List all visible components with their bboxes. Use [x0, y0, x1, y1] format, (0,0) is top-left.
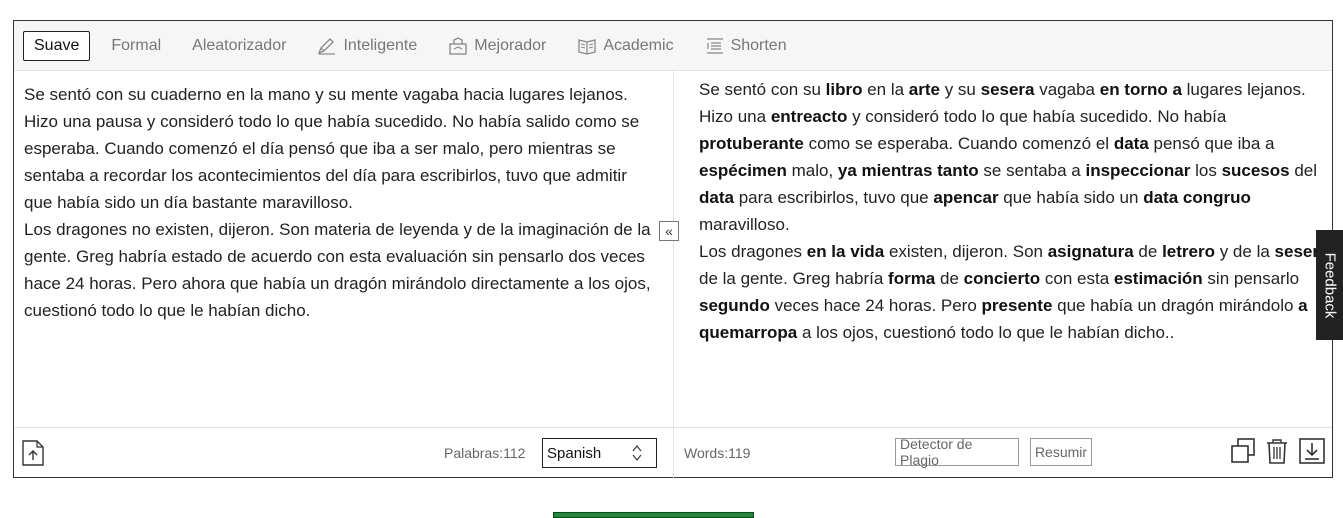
language-value: Spanish	[547, 444, 602, 462]
changed-word[interactable]: concierto	[964, 269, 1041, 288]
changed-word[interactable]: segundo	[699, 296, 770, 315]
changed-word[interactable]: data congruo	[1143, 188, 1251, 207]
changed-word[interactable]: protuberante	[699, 134, 804, 153]
output-word-count: Words:119	[684, 445, 751, 461]
pen-icon	[317, 37, 337, 55]
changed-word[interactable]: forma	[888, 269, 935, 288]
button-label: Detector de Plagio	[900, 436, 973, 468]
mode-academic[interactable]: Academic	[567, 31, 683, 61]
enhance-icon	[448, 36, 468, 55]
input-text[interactable]: Se sentó con su cuaderno en la mano y su…	[24, 81, 654, 324]
upload-icon[interactable]	[22, 440, 44, 471]
changed-word[interactable]: arte	[909, 80, 940, 99]
mode-label: Academic	[603, 36, 674, 54]
output-footer: Words:119 Detector de Plagio Resumir	[674, 427, 1332, 479]
download-icon[interactable]	[1299, 438, 1325, 469]
changed-word[interactable]: sucesos	[1222, 161, 1290, 180]
feedback-label: Feedback	[1321, 252, 1338, 318]
mode-label: Shorten	[730, 36, 787, 54]
language-select[interactable]: Spanish	[542, 438, 657, 468]
mode-bar: Suave Formal Aleatorizador Inteligente M…	[14, 21, 1332, 71]
paraphraser-tool: Suave Formal Aleatorizador Inteligente M…	[13, 20, 1333, 479]
changed-word[interactable]: data	[699, 188, 734, 207]
mode-formal[interactable]: Formal	[101, 31, 171, 61]
double-chevron-left-icon: «	[665, 223, 673, 239]
changed-word[interactable]: estimación	[1114, 269, 1203, 288]
changed-word[interactable]: ya mientras tanto	[838, 161, 979, 180]
mode-aleatorizador[interactable]: Aleatorizador	[182, 31, 296, 61]
changed-word[interactable]: entreacto	[771, 107, 848, 126]
mode-inteligente[interactable]: Inteligente	[307, 31, 427, 61]
book-icon	[577, 37, 597, 55]
mode-suave[interactable]: Suave	[23, 30, 91, 61]
changed-word[interactable]: letrero	[1162, 242, 1215, 261]
changed-word[interactable]: data	[1114, 134, 1149, 153]
changed-word[interactable]: presente	[982, 296, 1053, 315]
output-text: Se sentó con su libro en la arte y su se…	[699, 80, 1329, 342]
changed-word[interactable]: asignatura	[1048, 242, 1134, 261]
action-button-edge[interactable]	[553, 512, 754, 518]
feedback-tab[interactable]: Feedback	[1316, 230, 1343, 340]
changed-word[interactable]: libro	[826, 80, 863, 99]
input-footer: Palabras:112 Spanish	[14, 427, 674, 479]
mode-shorten[interactable]: Shorten	[695, 31, 797, 61]
changed-word[interactable]: inspeccionar	[1086, 161, 1191, 180]
mode-mejorador[interactable]: Mejorador	[438, 31, 556, 61]
changed-word[interactable]: en torno a	[1100, 80, 1182, 99]
list-icon	[705, 37, 725, 55]
input-word-count: Palabras:112	[444, 445, 526, 461]
mode-label: Aleatorizador	[192, 36, 287, 54]
select-arrows-icon	[632, 444, 642, 466]
mode-label: Formal	[111, 36, 162, 54]
copy-icon[interactable]	[1230, 438, 1256, 469]
mode-label: Mejorador	[474, 36, 547, 54]
summarize-button[interactable]: Resumir	[1030, 438, 1092, 466]
trash-icon[interactable]	[1265, 438, 1289, 469]
button-label: Resumir	[1034, 444, 1088, 460]
plagiarism-detector-button[interactable]: Detector de Plagio	[895, 436, 1019, 468]
input-panel[interactable]: Se sentó con su cuaderno en la mano y su…	[14, 71, 674, 427]
changed-word[interactable]: sesera	[981, 80, 1035, 99]
mode-label: Suave	[34, 36, 80, 54]
changed-word[interactable]: apencar	[933, 188, 998, 207]
output-panel: Se sentó con su libro en la arte y su se…	[674, 71, 1332, 427]
mode-label: Inteligente	[343, 36, 418, 54]
changed-word[interactable]: espécimen	[699, 161, 787, 180]
changed-word[interactable]: en la vida	[807, 242, 884, 261]
